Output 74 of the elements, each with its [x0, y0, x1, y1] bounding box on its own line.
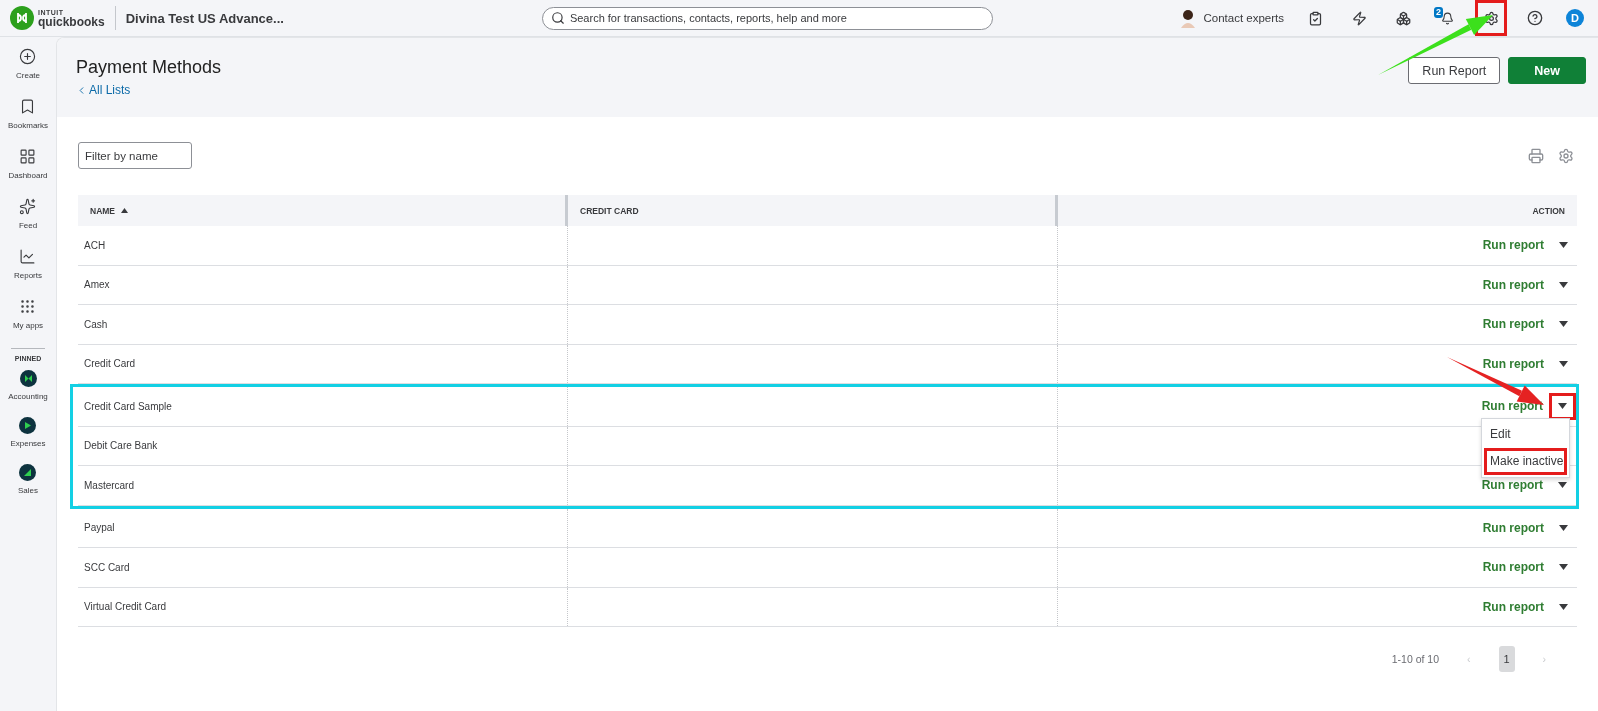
caret-icon — [1559, 321, 1568, 328]
sidebar-item[interactable]: Bookmarks — [8, 98, 48, 148]
brand-name: quickbooks — [38, 15, 105, 28]
back-link[interactable]: All Lists — [76, 83, 222, 97]
help-icon[interactable] — [1527, 10, 1543, 26]
settings-button[interactable] — [1478, 3, 1504, 33]
sidebar-item[interactable]: My apps — [12, 298, 44, 348]
name-cell: ACH — [78, 226, 568, 265]
sidebar-item[interactable]: Dashboard — [8, 148, 48, 198]
column-header[interactable]: CREDIT CARD — [568, 195, 1058, 226]
play-badge-icon — [19, 417, 37, 434]
name-cell: Amex — [78, 265, 568, 304]
chart-icon — [19, 248, 37, 265]
sidebar-item[interactable]: Create — [16, 48, 40, 98]
lightning-icon[interactable] — [1351, 10, 1367, 26]
apps-icon — [19, 298, 37, 315]
menu-item[interactable]: Edit — [1484, 421, 1567, 448]
page-range: 1-10 of 10 — [1391, 653, 1439, 665]
page-button[interactable]: 1 — [1498, 646, 1515, 672]
dashboard-icon — [19, 148, 37, 165]
run-report-link[interactable]: Run report — [1482, 277, 1544, 292]
caret-icon — [1559, 564, 1568, 571]
caret-icon — [1559, 242, 1568, 249]
bell-icon[interactable] — [1440, 11, 1454, 25]
logo-icon — [10, 6, 34, 30]
page-title: Payment Methods — [76, 57, 222, 78]
company-name: Divina Test US Advance... — [125, 10, 284, 26]
name-cell: Debit Care Bank — [78, 426, 568, 465]
name-cell: Cash — [78, 305, 568, 344]
sidebar-item[interactable]: Reports — [14, 248, 42, 298]
run-report-link[interactable]: Run report — [1482, 560, 1544, 575]
clipboard-icon[interactable] — [1307, 10, 1323, 26]
bowtie-badge-icon — [19, 370, 37, 387]
name-cell: Mastercard — [78, 466, 568, 505]
column-header[interactable]: NAME — [78, 195, 568, 226]
run-report-link[interactable]: Run report — [1482, 599, 1544, 614]
apps-icon[interactable] — [1395, 10, 1411, 26]
run-report-link[interactable]: Run report — [1481, 478, 1543, 493]
search-icon — [550, 10, 565, 25]
notification-badge: 2 — [1434, 7, 1443, 18]
sidebar-item[interactable]: Feed — [18, 198, 38, 248]
caret-icon — [1558, 403, 1567, 410]
sparkle-icon — [19, 198, 37, 215]
sidebar-item[interactable]: Accounting — [8, 370, 48, 417]
caret-icon — [1558, 482, 1567, 489]
filter-field[interactable]: Filter by name — [78, 142, 192, 169]
column-header[interactable]: ACTION — [1058, 195, 1577, 226]
run-report-link[interactable]: Run report — [1482, 356, 1544, 371]
name-cell: Credit Card — [78, 344, 568, 383]
user-avatar[interactable]: D — [1566, 9, 1584, 27]
plus-icon — [19, 48, 37, 65]
caret-icon — [1559, 524, 1568, 531]
caret-icon — [1559, 281, 1568, 288]
new-button[interactable]: New — [1508, 57, 1586, 84]
name-cell: Paypal — [78, 508, 568, 547]
print-icon[interactable] — [1528, 147, 1544, 164]
contact-experts-link[interactable]: Contact experts — [1180, 8, 1284, 28]
name-cell: SCC Card — [78, 548, 568, 587]
run-report-link[interactable]: Run report — [1482, 238, 1544, 253]
chart-badge-icon — [19, 464, 37, 481]
sidebar-item[interactable]: Sales — [18, 464, 38, 511]
search-field[interactable]: Search for transactions, contacts, reports, help and more — [541, 6, 993, 30]
run-report-link[interactable]: Run report — [1482, 520, 1544, 535]
caret-icon — [1559, 360, 1568, 367]
settings-icon[interactable] — [1558, 147, 1574, 164]
sidebar-item[interactable]: Expenses — [10, 417, 46, 464]
caret-icon — [1559, 603, 1568, 610]
row-menu-button[interactable] — [1551, 394, 1574, 418]
menu-item[interactable]: Make inactive — [1484, 448, 1567, 475]
run-report-link[interactable]: Run report — [1482, 317, 1544, 332]
name-cell: Virtual Credit Card — [78, 587, 568, 626]
name-cell: Credit Card Sample — [78, 387, 568, 426]
person-icon — [1180, 8, 1197, 28]
run-report-button[interactable]: Run Report — [1408, 57, 1501, 84]
